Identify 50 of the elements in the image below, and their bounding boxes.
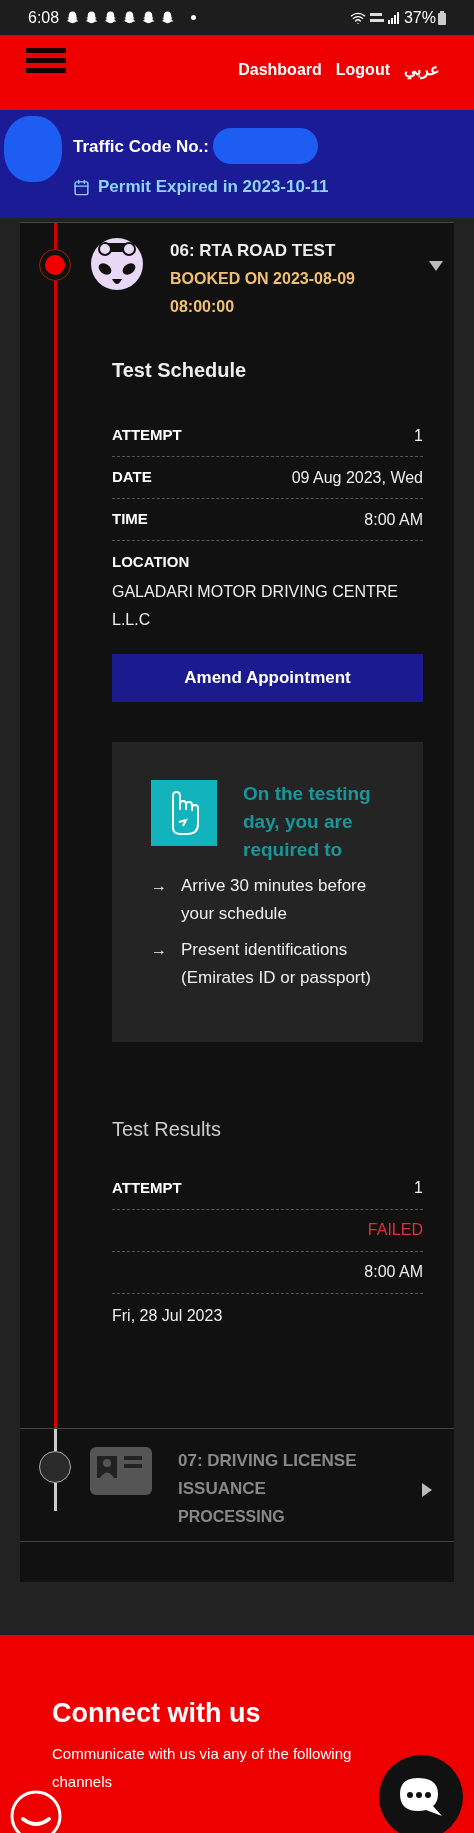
ghost-icon: [160, 10, 176, 25]
nav-link[interactable]: Dashboard: [238, 58, 322, 82]
notice-item: Arrive 30 minutes before your schedule: [181, 874, 368, 925]
nav-link[interactable]: عربي: [404, 58, 440, 82]
step-status: PROCESSING: [178, 1506, 286, 1527]
arrow-icon: →: [151, 935, 167, 992]
row-value: 1: [414, 1178, 423, 1198]
row-value: 8:00 AM: [364, 509, 423, 530]
id-card-icon: [90, 1446, 152, 1495]
result-date: Fri, 28 Jul 2023: [112, 1305, 224, 1326]
section-title: Test Schedule: [112, 358, 248, 383]
calendar-icon: [73, 178, 90, 196]
permit-expiry: Permit Expired in 2023-10-11: [98, 176, 329, 199]
footer-text: Communicate with us via any of the following channels: [52, 1743, 353, 1792]
ghost-icon: [122, 10, 138, 25]
row-value: 8:00 AM: [364, 1262, 423, 1282]
amend-appointment-button[interactable]: Amend Appointment: [112, 653, 423, 702]
redaction-mark: [4, 116, 62, 182]
row-value: 09 Aug 2023, Wed: [291, 467, 423, 488]
battery-percent: 37%: [403, 7, 436, 28]
status-time: 6:08: [28, 7, 60, 28]
ghost-icon: [65, 10, 81, 25]
notice-heading: On the testing day, you are required to: [243, 781, 372, 862]
step-status: BOOKED ON 2023-08-09 08:00:00: [170, 269, 356, 317]
battery-icon: [438, 10, 446, 25]
raised-hand-icon: [151, 779, 217, 846]
row-label: TIME: [112, 509, 148, 530]
step-title: 06: RTA ROAD TEST: [170, 240, 337, 262]
arrow-icon: →: [151, 871, 167, 928]
row-value: 1: [414, 425, 423, 446]
row-label: ATTEMPT: [112, 425, 182, 446]
caret-down-icon[interactable]: [429, 259, 443, 273]
row-label: DATE: [112, 467, 152, 488]
row-value: FAILED: [367, 1220, 423, 1240]
smiley-icon[interactable]: [9, 1789, 63, 1833]
traffic-code-label: Traffic Code No.:: [73, 135, 209, 158]
footer-title: Connect with us: [52, 1697, 262, 1730]
ghost-icon: [103, 10, 119, 25]
caret-right-icon[interactable]: [420, 1482, 434, 1497]
notice-item: Present identifications (Emirates ID or passport): [181, 938, 372, 989]
section-title: Test Results: [112, 1116, 222, 1142]
nav-link[interactable]: Logout: [335, 58, 390, 82]
location-value: GALADARI MOTOR DRIVING CENTRE L.L.C: [112, 581, 399, 630]
row-label: LOCATION: [112, 552, 191, 572]
ghost-icon: [84, 10, 100, 25]
ghost-icon: [141, 10, 157, 25]
signal-icon: [387, 11, 400, 24]
speech-bubble-icon: [398, 1776, 444, 1818]
step-title: 07: DRIVING LICENSE ISSUANCE: [178, 1449, 358, 1500]
row-label: ATTEMPT: [112, 1177, 182, 1198]
